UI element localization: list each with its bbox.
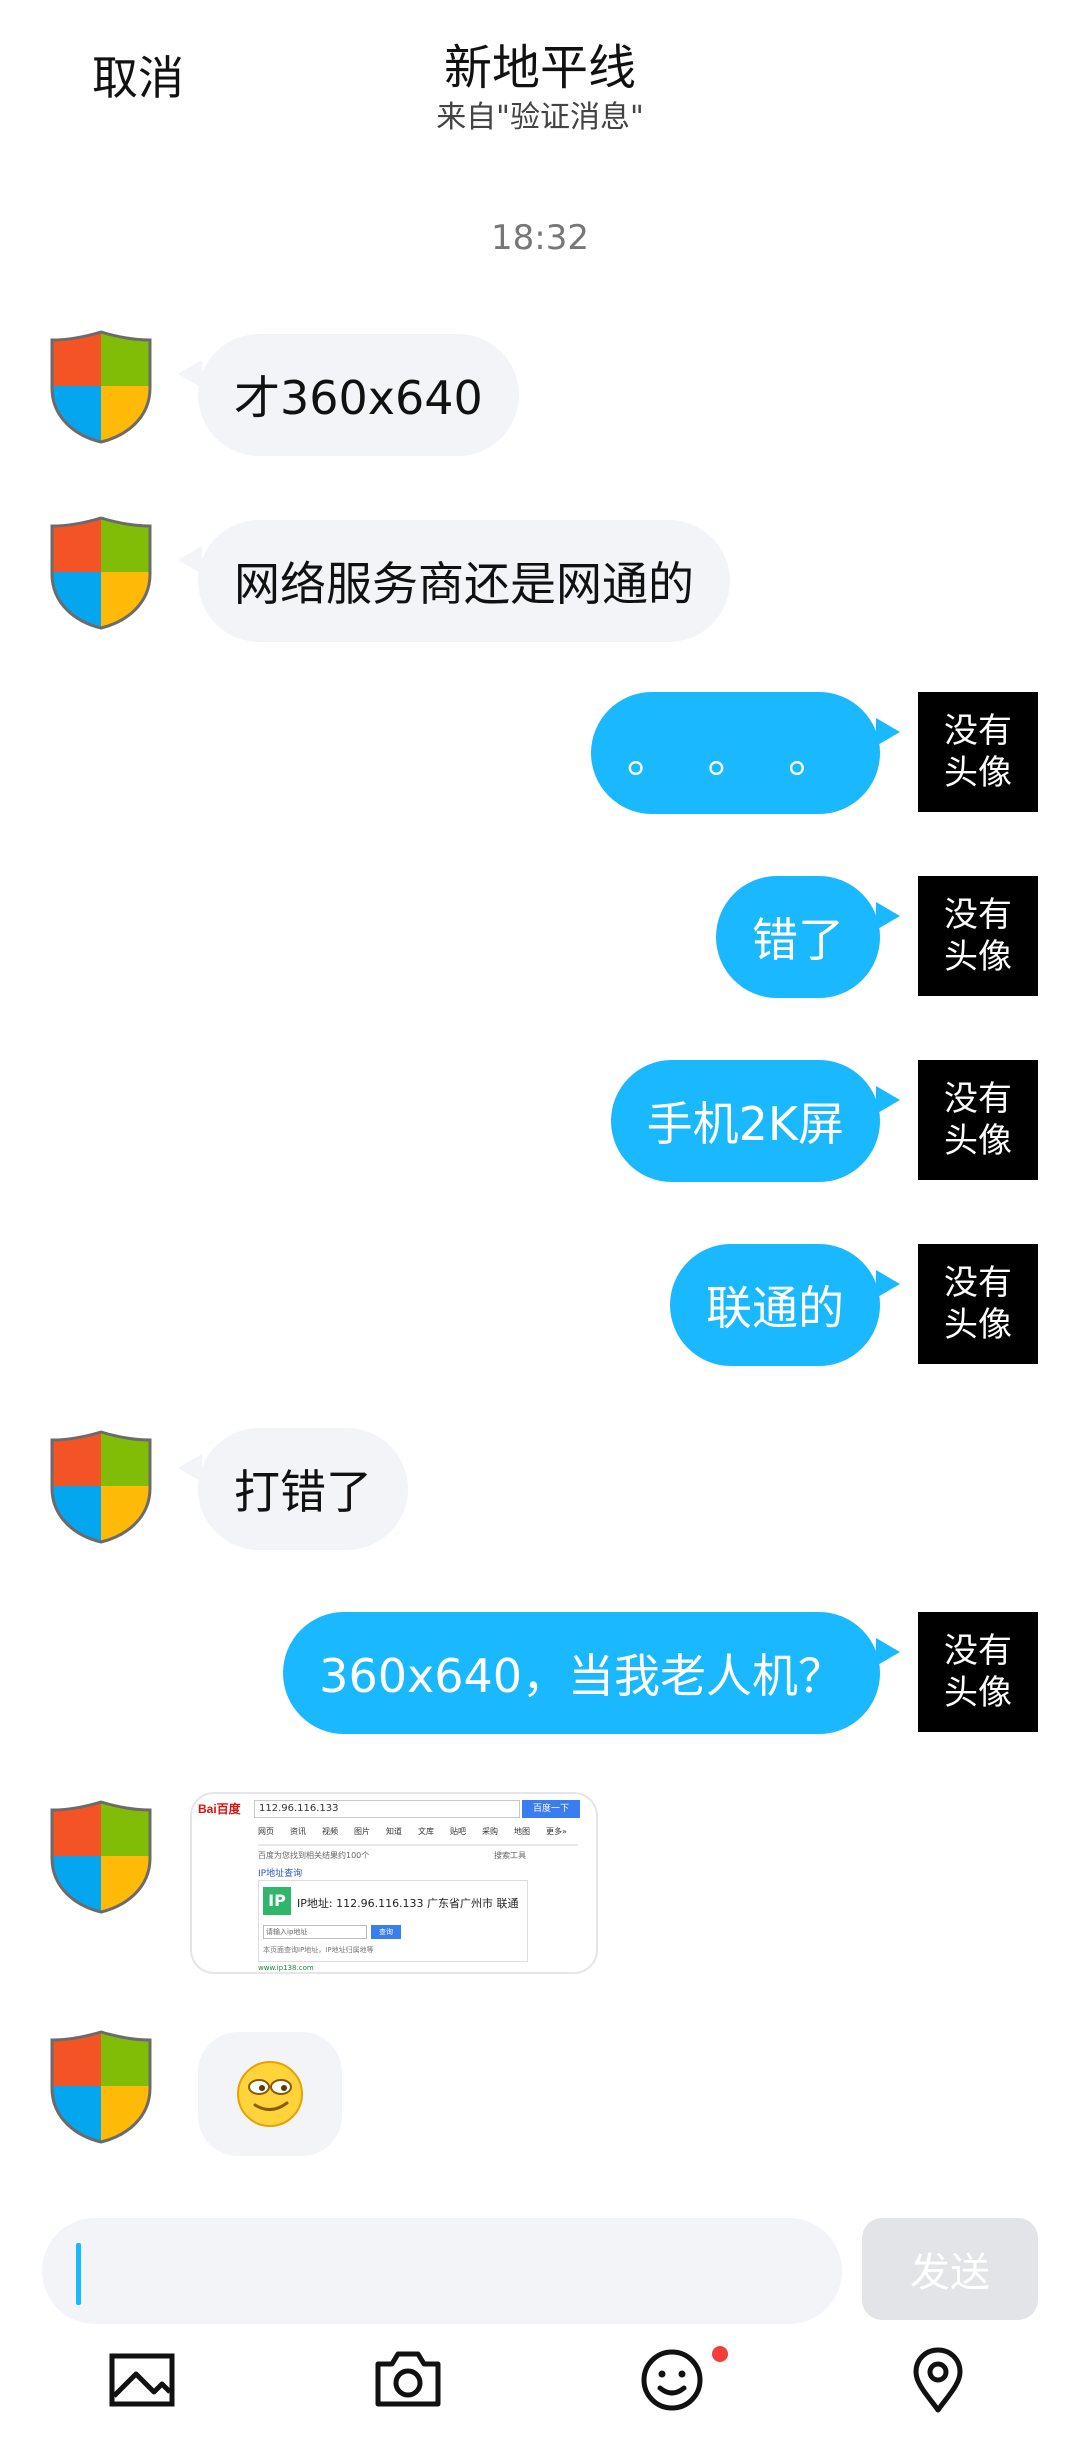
shield-avatar-icon[interactable] — [46, 328, 156, 444]
no-avatar-placeholder[interactable]: 没有 头像 — [918, 1612, 1038, 1732]
screenshot-result-count: 百度为您找到相关结果约100个 — [258, 1851, 370, 1860]
incoming-message-bubble[interactable]: 网络服务商还是网通的 — [178, 520, 730, 642]
screenshot-search-tools: 搜索工具 — [494, 1851, 526, 1860]
screenshot-tab: 图片 — [354, 1827, 370, 1836]
screenshot-tab: 资讯 — [290, 1827, 306, 1836]
screenshot-hint: 本页面查询IP地址，IP地址归属地等 — [263, 1946, 374, 1954]
outgoing-message-bubble[interactable]: 。 。 。 — [590, 692, 901, 814]
shield-avatar-icon[interactable] — [46, 514, 156, 630]
send-button[interactable]: 发送 — [862, 2218, 1038, 2320]
screenshot-ip-result: IP地址: 112.96.116.133 广东省广州市 联通 — [297, 1897, 519, 1910]
screenshot-tab: 网页 — [258, 1827, 274, 1836]
outgoing-message-bubble[interactable]: 错了 — [716, 876, 900, 998]
ip-badge-icon: IP — [263, 1887, 291, 1915]
text-caret — [76, 2243, 81, 2305]
chat-title: 新地平线 — [443, 40, 636, 96]
screenshot-url: www.ip138.com — [258, 1964, 314, 1972]
screenshot-ip-input: 请输入ip地址 — [263, 1925, 367, 1939]
screenshot-divider — [258, 1844, 578, 1846]
screenshot-tab: 采购 — [482, 1827, 498, 1836]
incoming-message-bubble[interactable]: 打错了 — [178, 1428, 408, 1550]
no-avatar-placeholder[interactable]: 没有 头像 — [918, 692, 1038, 812]
message-timestamp: 18:32 — [491, 218, 589, 258]
baidu-logo: Bai百度 — [198, 1802, 241, 1816]
screenshot-tab: 视频 — [322, 1827, 338, 1836]
incoming-message-bubble[interactable]: 才360x640 — [178, 334, 519, 456]
smug-face-emoji-icon — [237, 2061, 303, 2127]
screenshot-tab: 地图 — [514, 1827, 530, 1836]
outgoing-message-bubble[interactable]: 联通的 — [670, 1244, 900, 1366]
screenshot-searchbar: Bai百度 112.96.116.133 百度一下 — [192, 1794, 596, 1818]
image-message-thumbnail[interactable]: Bai百度 112.96.116.133 百度一下 网页 资讯 视频 图片 知道… — [190, 1792, 598, 1974]
screenshot-search-input: 112.96.116.133 — [254, 1800, 520, 1818]
screenshot-tool-name: IP地址查询 — [258, 1869, 303, 1879]
screenshot-tabs: 网页 资讯 视频 图片 知道 文库 贴吧 采购 地图 更多» — [258, 1826, 578, 1840]
location-icon[interactable] — [898, 2340, 978, 2420]
message-input[interactable] — [42, 2218, 842, 2324]
screenshot-search-button: 百度一下 — [522, 1800, 580, 1818]
screenshot-tab: 文库 — [418, 1827, 434, 1836]
shield-avatar-icon[interactable] — [46, 1428, 156, 1544]
emoji-message-bubble[interactable] — [198, 2032, 342, 2156]
image-icon[interactable] — [102, 2340, 182, 2420]
screenshot-tab: 贴吧 — [450, 1827, 466, 1836]
notification-badge — [712, 2346, 728, 2362]
chat-subtitle: 来自"验证消息" — [436, 100, 644, 135]
shield-avatar-icon[interactable] — [46, 2028, 156, 2144]
screenshot-tab: 知道 — [386, 1827, 402, 1836]
no-avatar-placeholder[interactable]: 没有 头像 — [918, 1060, 1038, 1180]
screenshot-ip-card: IP IP地址: 112.96.116.133 广东省广州市 联通 请输入ip地… — [258, 1880, 528, 1962]
no-avatar-placeholder[interactable]: 没有 头像 — [918, 876, 1038, 996]
screenshot-tab: 更多» — [546, 1827, 567, 1836]
outgoing-message-bubble[interactable]: 360x640，当我老人机？ — [283, 1612, 900, 1734]
emoji-icon[interactable] — [632, 2340, 712, 2420]
no-avatar-placeholder[interactable]: 没有 头像 — [918, 1244, 1038, 1364]
outgoing-message-bubble[interactable]: 手机2K屏 — [610, 1060, 901, 1182]
chat-header: 取消 新地平线 来自"验证消息" — [0, 0, 1080, 150]
shield-avatar-icon[interactable] — [46, 1798, 156, 1914]
camera-icon[interactable] — [368, 2340, 448, 2420]
screenshot-query-button: 查询 — [371, 1925, 401, 1939]
